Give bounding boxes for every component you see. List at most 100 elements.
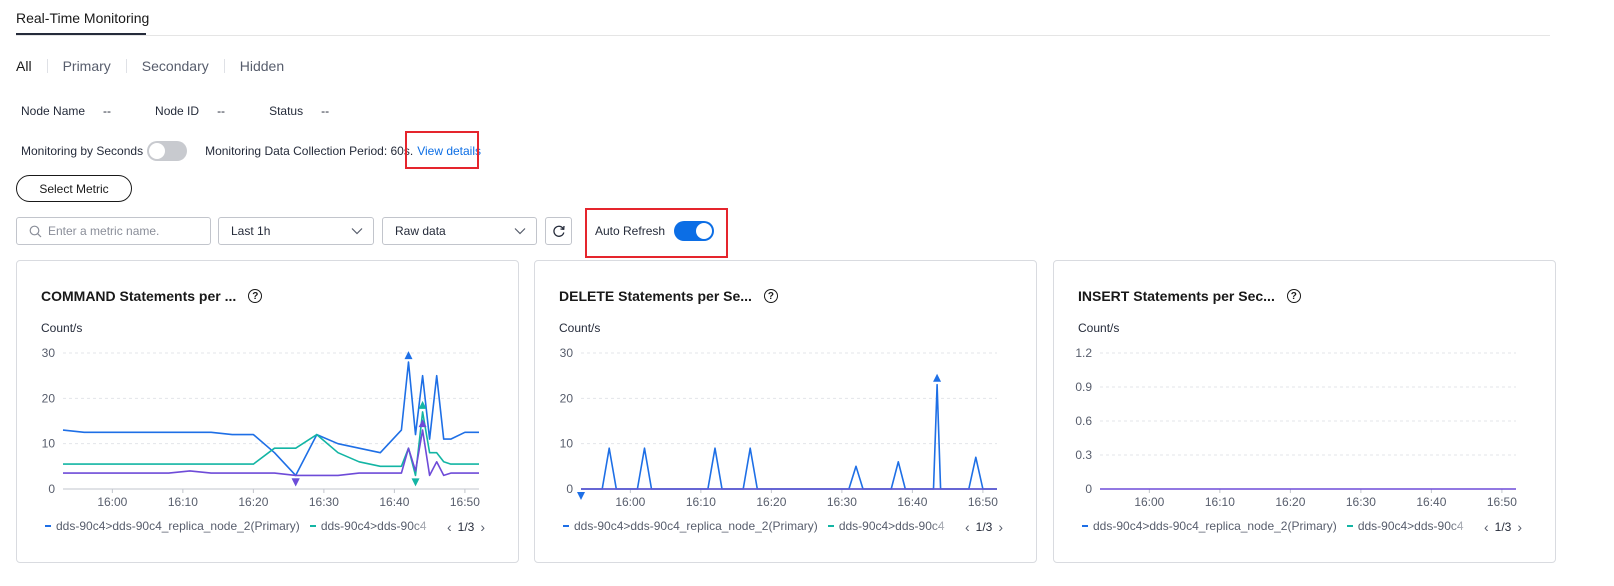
filter-tab-hidden[interactable]: Hidden [240, 58, 284, 74]
metric-search-input[interactable]: Enter a metric name. [16, 217, 211, 245]
chevron-right-icon[interactable]: › [1517, 519, 1522, 535]
search-icon [29, 225, 42, 237]
time-range-select[interactable]: Last 1h [218, 217, 374, 245]
legend-label: dds-90c4>dds-90c4 [320, 519, 427, 533]
y-tick-label: 0 [566, 482, 573, 496]
monitoring-by-seconds-label: Monitoring by Seconds [21, 144, 144, 158]
x-tick-label: 16:10 [1205, 495, 1235, 509]
legend-item[interactable]: dds-90c4>dds-90c4_replica_node_2(Primary… [563, 519, 818, 533]
legend-item[interactable]: dds-90c4>dds-90c4_replica_node_2(Primary… [1082, 519, 1337, 533]
series-line[interactable] [63, 429, 479, 477]
chart-command: 30 20 10 0 16:00 16:10 16:20 16:30 16:40 16:50 [42, 346, 481, 509]
chevron-right-icon[interactable]: › [998, 519, 1003, 535]
x-tick-label: 16:40 [897, 495, 927, 509]
highlight-box-auto-refresh [585, 208, 728, 258]
unit-label: Count/s [41, 321, 83, 335]
x-tick-label: 16:00 [1134, 495, 1164, 509]
time-range-value: Last 1h [231, 224, 271, 238]
legend-label: dds-90c4>dds-90c4 [1357, 519, 1464, 533]
tab-real-time-monitoring[interactable]: Real-Time Monitoring [16, 10, 149, 26]
y-tick-label: 0 [48, 482, 55, 496]
x-tick-label: 16:00 [97, 495, 127, 509]
metric-card-command: COMMAND Statements per ...? Count/s 30 20… [16, 260, 519, 563]
chevron-down-icon [351, 228, 363, 235]
filter-tab-primary[interactable]: Primary [63, 58, 111, 74]
chart-insert: 1.2 0.9 0.6 0.3 0 16:00 16:10 16:20 16:30 16:40 16… [1075, 346, 1517, 509]
node-name-value: -- [103, 104, 112, 118]
min-marker[interactable] [291, 478, 300, 487]
y-tick-label: 10 [560, 437, 574, 451]
help-icon[interactable]: ? [1286, 289, 1301, 303]
chevron-right-icon[interactable]: › [480, 519, 485, 535]
legend-page: 1/3 [1494, 520, 1512, 534]
legend-swatch [1346, 525, 1353, 527]
filter-tab-all[interactable]: All [16, 58, 32, 74]
x-tick-label: 16:30 [827, 495, 857, 509]
filter-tab-secondary[interactable]: Secondary [142, 58, 209, 74]
refresh-button[interactable] [545, 217, 572, 245]
x-tick-label: 16:40 [1416, 495, 1446, 509]
x-tick-label: 16:10 [686, 495, 716, 509]
legend-swatch [309, 525, 316, 527]
max-marker[interactable] [418, 419, 427, 428]
y-tick-label: 30 [560, 346, 574, 360]
legend-fade [412, 517, 438, 535]
help-icon[interactable]: ? [763, 289, 778, 303]
legend-pager: ‹ 1/3 › [955, 519, 1010, 535]
metric-card-insert: INSERT Statements per Sec...? Count/s 1.… [1053, 260, 1556, 563]
data-type-select[interactable]: Raw data [382, 217, 537, 245]
y-tick-label: 20 [42, 391, 56, 405]
y-tick-label: 10 [42, 437, 56, 451]
help-icon[interactable]: ? [248, 289, 263, 303]
x-tick-label: 16:40 [379, 495, 409, 509]
legend-item[interactable]: dds-90c4>dds-90c4 [827, 519, 945, 533]
legend-item[interactable]: dds-90c4>dds-90c4 [1346, 519, 1464, 533]
legend-label: dds-90c4>dds-90c4_replica_node_2(Primary… [56, 519, 300, 533]
x-tick-label: 16:20 [1275, 495, 1305, 509]
x-tick-label: 16:30 [309, 495, 339, 509]
legend-page: 1/3 [457, 520, 475, 534]
max-marker[interactable] [404, 351, 413, 360]
select-metric-button[interactable]: Select Metric [16, 175, 132, 202]
x-tick-label: 16:50 [450, 495, 480, 509]
legend-pager: ‹ 1/3 › [437, 519, 492, 535]
node-id-value: -- [217, 104, 226, 118]
tab-separator [46, 59, 48, 73]
max-marker[interactable] [933, 373, 942, 382]
y-tick-label: 1.2 [1075, 346, 1092, 360]
chevron-down-icon [514, 228, 526, 235]
x-tick-label: 16:20 [238, 495, 268, 509]
node-info: Node Name -- Node ID -- Status -- [21, 104, 373, 118]
unit-label: Count/s [559, 321, 601, 335]
chevron-left-icon[interactable]: ‹ [965, 519, 970, 535]
legend-label: dds-90c4>dds-90c4 [838, 519, 945, 533]
x-tick-label: 16:20 [756, 495, 786, 509]
chevron-left-icon[interactable]: ‹ [447, 519, 452, 535]
data-type-value: Raw data [395, 224, 446, 238]
series-line[interactable] [581, 383, 997, 490]
y-tick-label: 0 [1085, 482, 1092, 496]
legend-item[interactable]: dds-90c4>dds-90c4 [309, 519, 427, 533]
unit-label: Count/s [1078, 321, 1120, 335]
chart-delete: 30 20 10 0 16:00 16:10 16:20 16:30 16:40 16:50 [560, 346, 999, 509]
min-marker[interactable] [577, 492, 585, 500]
legend-pager: ‹ 1/3 › [1474, 519, 1529, 535]
card-title: DELETE Statements per Se...? [559, 288, 778, 304]
tab-separator [223, 59, 225, 73]
monitoring-by-seconds-toggle[interactable] [147, 141, 188, 161]
x-tick-label: 16:50 [1487, 495, 1517, 509]
legend-label: dds-90c4>dds-90c4_replica_node_2(Primary… [1093, 519, 1337, 533]
y-tick-label: 0.9 [1075, 380, 1092, 394]
node-name-label: Node Name [21, 104, 86, 118]
legend-item[interactable]: dds-90c4>dds-90c4_replica_node_2(Primary… [45, 519, 300, 533]
search-placeholder: Enter a metric name. [48, 224, 160, 238]
refresh-icon [552, 225, 565, 237]
legend-fade [1449, 517, 1475, 535]
min-marker[interactable] [411, 478, 420, 487]
y-tick-label: 0.3 [1075, 448, 1092, 462]
legend-swatch [563, 525, 569, 527]
node-id-label: Node ID [155, 104, 200, 118]
chevron-left-icon[interactable]: ‹ [1484, 519, 1489, 535]
x-tick-label: 16:00 [615, 495, 645, 509]
legend-swatch [1082, 525, 1088, 527]
